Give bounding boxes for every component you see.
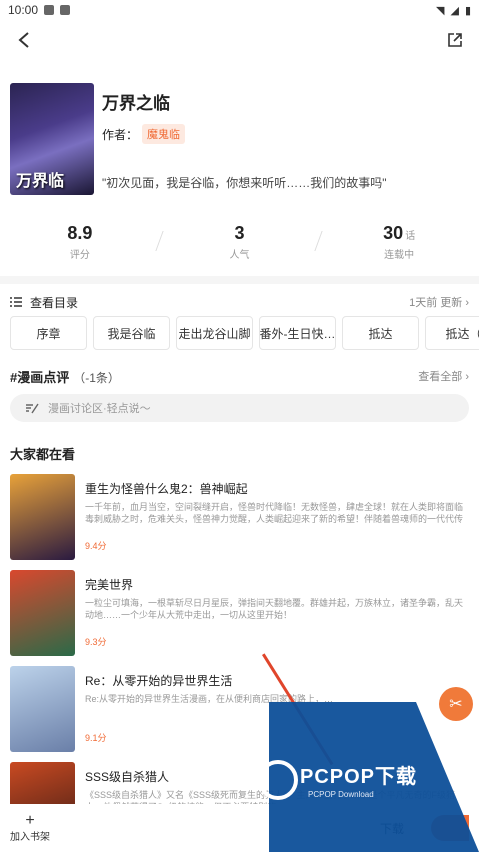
- review-title: #漫画点评: [10, 369, 70, 385]
- stat-popularity: 3 人气: [160, 223, 323, 261]
- back-button[interactable]: [10, 26, 38, 54]
- top-bar: [0, 20, 479, 60]
- review-header: #漫画点评 （-1条） 查看全部 ›: [0, 366, 479, 386]
- scissors-icon: ✂: [449, 696, 463, 713]
- stat-value: 3: [234, 223, 245, 243]
- rec-score: 9.3分: [85, 637, 107, 647]
- share-button[interactable]: [441, 26, 469, 54]
- author-tag[interactable]: 魔鬼临: [142, 124, 186, 144]
- chapter-item[interactable]: 走出龙谷山脚: [176, 316, 253, 350]
- watermark-logo: [258, 760, 298, 800]
- comic-title: 万界之临: [102, 94, 170, 113]
- rec-intro: 一千年前，血月当空，空间裂缝开启，怪兽时代降临！无数怪兽，肆虐全球！就在人类即将…: [85, 502, 464, 524]
- status-bar: 10:00 ◥ ◢ ▮: [0, 0, 479, 20]
- share-icon: [448, 33, 462, 47]
- chapter-list: 序章 我是谷临 走出龙谷山脚 番外-生日快… 抵达 抵达（: [0, 316, 479, 352]
- edit-icon: [26, 403, 39, 414]
- review-input[interactable]: 漫画讨论区·轻点说～: [10, 394, 469, 422]
- rec-name: 重生为怪兽什么鬼2：兽神崛起: [85, 482, 248, 496]
- section-divider: [0, 276, 479, 284]
- stat-unit: 话: [405, 231, 416, 242]
- stat-rating: 8.9 评分: [0, 223, 164, 261]
- stat-value: 30: [383, 223, 404, 243]
- floating-action-button[interactable]: ✂: [439, 687, 473, 721]
- author-row: 作者： 魔鬼临: [102, 124, 469, 144]
- add-shelf-button[interactable]: + 加入书架: [10, 811, 50, 843]
- stat-chapters: 30 话 连载中: [319, 223, 479, 261]
- rec-intro: 一粒尘可填海，一根草斩尽日月星辰，弹指间天翻地覆。群雄并起，万族林立，诸圣争霸，…: [85, 598, 464, 620]
- rec-cover: [10, 666, 75, 752]
- watermark-text: PCPOP下载: [300, 766, 418, 788]
- rec-cover: [10, 570, 75, 656]
- stat-value: 8.9: [67, 223, 93, 243]
- stat-label: 评分: [69, 250, 90, 261]
- catalog-update: 1天前 更新 ›: [409, 297, 469, 309]
- chapter-item[interactable]: 抵达（: [425, 316, 479, 350]
- chapter-item[interactable]: 番外-生日快…: [259, 316, 336, 350]
- recommendation-item[interactable]: 完美世界 一粒尘可填海，一根草斩尽日月星辰，弹指间天翻地覆。群雄并起，万族林立，…: [0, 570, 479, 656]
- signal-icon: ◢: [450, 4, 459, 17]
- cover-title: 万界临: [16, 173, 65, 190]
- comic-description: "初次见面，我是谷临，你想来听听……我们的故事吗": [102, 176, 387, 190]
- chapter-item[interactable]: 序章: [10, 316, 87, 350]
- stat-label: 连载中: [384, 250, 415, 261]
- add-shelf-label: 加入书架: [10, 831, 50, 843]
- section-title: 大家都在看: [10, 447, 76, 462]
- back-icon: [18, 32, 29, 48]
- rec-name: 完美世界: [85, 578, 134, 592]
- watermark-subtext: PCPOP Download: [308, 790, 374, 799]
- rec-cover: [10, 474, 75, 560]
- wifi-icon: ◥: [436, 4, 445, 17]
- plus-icon: +: [25, 811, 35, 829]
- review-placeholder: 漫画讨论区·轻点说～: [48, 403, 151, 415]
- stat-label: 人气: [229, 250, 250, 261]
- status-time: 10:00: [8, 3, 39, 17]
- battery-icon: ▮: [464, 4, 471, 17]
- author-label: 作者：: [102, 127, 139, 142]
- review-all-link[interactable]: 查看全部 ›: [418, 368, 469, 384]
- chapter-item[interactable]: 我是谷临: [93, 316, 170, 350]
- catalog-label: 查看目录: [30, 295, 79, 310]
- comic-info: 万界临 万界之临 作者： 魔鬼临 "初次见面，我是谷临，你想来听听……我们的故事…: [0, 60, 479, 232]
- rec-score: 9.4分: [85, 541, 107, 551]
- app-status-icon: [60, 5, 71, 15]
- recommendation-item[interactable]: 重生为怪兽什么鬼2：兽神崛起 一千年前，血月当空，空间裂缝开启，怪兽时代降临！无…: [0, 474, 479, 560]
- chapter-item[interactable]: 抵达: [342, 316, 419, 350]
- stats-row: 8.9 评分 3 人气 30 话 连载中: [0, 220, 479, 264]
- review-count: （-1条）: [73, 370, 120, 385]
- comic-cover[interactable]: 万界临: [10, 83, 94, 195]
- catalog-header[interactable]: 查看目录 1天前 更新 ›: [0, 288, 479, 316]
- list-icon: [10, 297, 22, 307]
- notification-icon: [44, 5, 55, 15]
